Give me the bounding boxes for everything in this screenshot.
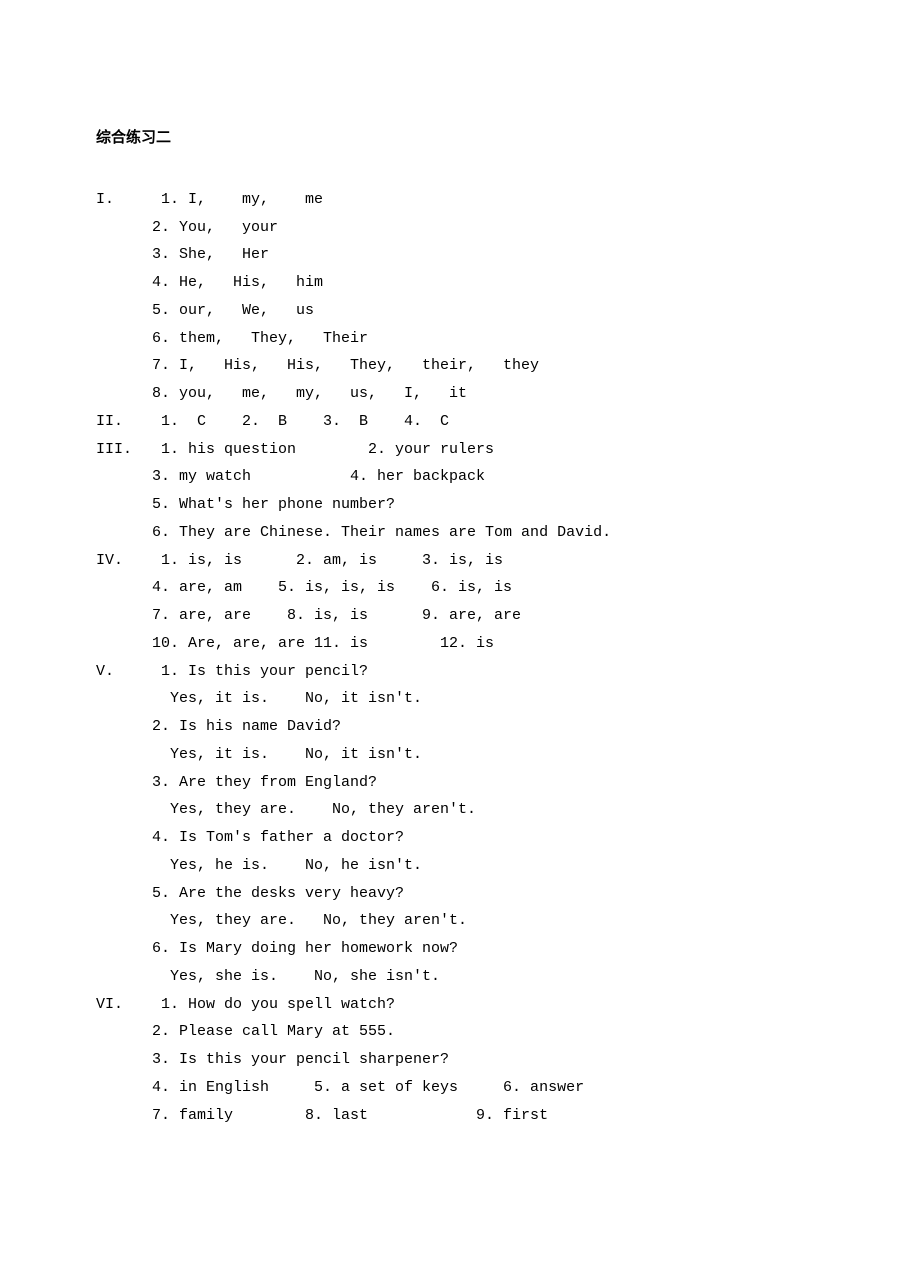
page-title: 综合练习二 bbox=[96, 124, 824, 152]
section-label: V. bbox=[96, 658, 152, 686]
answer-text: Yes, it is. No, it isn't. bbox=[152, 685, 422, 713]
answer-line: 8. you, me, my, us, I, it bbox=[96, 380, 824, 408]
answer-line: 4. in English 5. a set of keys 6. answer bbox=[96, 1074, 824, 1102]
answer-text: 7. are, are 8. is, is 9. are, are bbox=[152, 602, 521, 630]
answer-text: 5. What's her phone number? bbox=[152, 491, 395, 519]
document-page: 综合练习二 I. 1. I, my, me2. You, your3. She,… bbox=[0, 0, 920, 1274]
section-label: IV. bbox=[96, 547, 152, 575]
answer-line: 3. my watch 4. her backpack bbox=[96, 463, 824, 491]
answer-line: 4. He, His, him bbox=[96, 269, 824, 297]
answer-text: 1. Is this your pencil? bbox=[152, 658, 368, 686]
answer-text: 3. She, Her bbox=[152, 241, 269, 269]
answer-text: 5. our, We, us bbox=[152, 297, 314, 325]
answer-text: Yes, they are. No, they aren't. bbox=[152, 796, 476, 824]
answer-line: 2. You, your bbox=[96, 214, 824, 242]
answer-text: 4. Is Tom's father a doctor? bbox=[152, 824, 404, 852]
answer-line: 6. Is Mary doing her homework now? bbox=[96, 935, 824, 963]
answer-line: 5. our, We, us bbox=[96, 297, 824, 325]
answer-line: 3. Is this your pencil sharpener? bbox=[96, 1046, 824, 1074]
section-label: I. bbox=[96, 186, 152, 214]
section-label: II. bbox=[96, 408, 152, 436]
answer-line: 4. are, am 5. is, is, is 6. is, is bbox=[96, 574, 824, 602]
answer-line: Yes, it is. No, it isn't. bbox=[96, 741, 824, 769]
answer-text: 5. Are the desks very heavy? bbox=[152, 880, 404, 908]
answer-text: Yes, it is. No, it isn't. bbox=[152, 741, 422, 769]
answer-text: 6. them, They, Their bbox=[152, 325, 368, 353]
answer-text: 1. I, my, me bbox=[152, 186, 323, 214]
answer-text: 6. Is Mary doing her homework now? bbox=[152, 935, 458, 963]
answer-text: 2. Please call Mary at 555. bbox=[152, 1018, 395, 1046]
answer-line: 6. They are Chinese. Their names are Tom… bbox=[96, 519, 824, 547]
answer-text: 4. He, His, him bbox=[152, 269, 323, 297]
answer-text: 1. his question 2. your rulers bbox=[152, 436, 494, 464]
answer-line: V. 1. Is this your pencil? bbox=[96, 658, 824, 686]
answer-text: 3. Is this your pencil sharpener? bbox=[152, 1046, 449, 1074]
answer-line: 7. are, are 8. is, is 9. are, are bbox=[96, 602, 824, 630]
answer-line: III. 1. his question 2. your rulers bbox=[96, 436, 824, 464]
answer-line: 10. Are, are, are 11. is 12. is bbox=[96, 630, 824, 658]
answer-line: 2. Please call Mary at 555. bbox=[96, 1018, 824, 1046]
answer-line: Yes, he is. No, he isn't. bbox=[96, 852, 824, 880]
answer-line: IV. 1. is, is 2. am, is 3. is, is bbox=[96, 547, 824, 575]
answer-line: 5. What's her phone number? bbox=[96, 491, 824, 519]
answer-line: Yes, she is. No, she isn't. bbox=[96, 963, 824, 991]
answer-text: 2. Is his name David? bbox=[152, 713, 341, 741]
answer-line: Yes, they are. No, they aren't. bbox=[96, 907, 824, 935]
answer-text: 6. They are Chinese. Their names are Tom… bbox=[152, 519, 611, 547]
answer-line: 7. I, His, His, They, their, they bbox=[96, 352, 824, 380]
answer-text: Yes, she is. No, she isn't. bbox=[152, 963, 440, 991]
answer-line: Yes, it is. No, it isn't. bbox=[96, 685, 824, 713]
answer-text: 1. C 2. B 3. B 4. C bbox=[152, 408, 449, 436]
answer-text: 3. my watch 4. her backpack bbox=[152, 463, 485, 491]
section-label: VI. bbox=[96, 991, 152, 1019]
answer-line: 3. Are they from England? bbox=[96, 769, 824, 797]
answer-line: 6. them, They, Their bbox=[96, 325, 824, 353]
answer-text: 7. I, His, His, They, their, they bbox=[152, 352, 539, 380]
answer-line: VI. 1. How do you spell watch? bbox=[96, 991, 824, 1019]
answer-line: Yes, they are. No, they aren't. bbox=[96, 796, 824, 824]
answer-text: 2. You, your bbox=[152, 214, 278, 242]
answer-text: 8. you, me, my, us, I, it bbox=[152, 380, 467, 408]
answer-text: 1. How do you spell watch? bbox=[152, 991, 395, 1019]
answer-line: 5. Are the desks very heavy? bbox=[96, 880, 824, 908]
answer-text: 10. Are, are, are 11. is 12. is bbox=[152, 630, 494, 658]
answer-text: 3. Are they from England? bbox=[152, 769, 377, 797]
answer-text: Yes, he is. No, he isn't. bbox=[152, 852, 422, 880]
answer-line: 3. She, Her bbox=[96, 241, 824, 269]
answer-line: 4. Is Tom's father a doctor? bbox=[96, 824, 824, 852]
answer-line: 7. family 8. last 9. first bbox=[96, 1102, 824, 1130]
answer-text: 7. family 8. last 9. first bbox=[152, 1102, 548, 1130]
answer-text: 1. is, is 2. am, is 3. is, is bbox=[152, 547, 503, 575]
answer-line: II. 1. C 2. B 3. B 4. C bbox=[96, 408, 824, 436]
section-label: III. bbox=[96, 436, 152, 464]
answer-text: Yes, they are. No, they aren't. bbox=[152, 907, 467, 935]
answer-key-body: I. 1. I, my, me2. You, your3. She, Her4.… bbox=[96, 186, 824, 1130]
answer-text: 4. are, am 5. is, is, is 6. is, is bbox=[152, 574, 512, 602]
answer-line: 2. Is his name David? bbox=[96, 713, 824, 741]
answer-line: I. 1. I, my, me bbox=[96, 186, 824, 214]
answer-text: 4. in English 5. a set of keys 6. answer bbox=[152, 1074, 584, 1102]
